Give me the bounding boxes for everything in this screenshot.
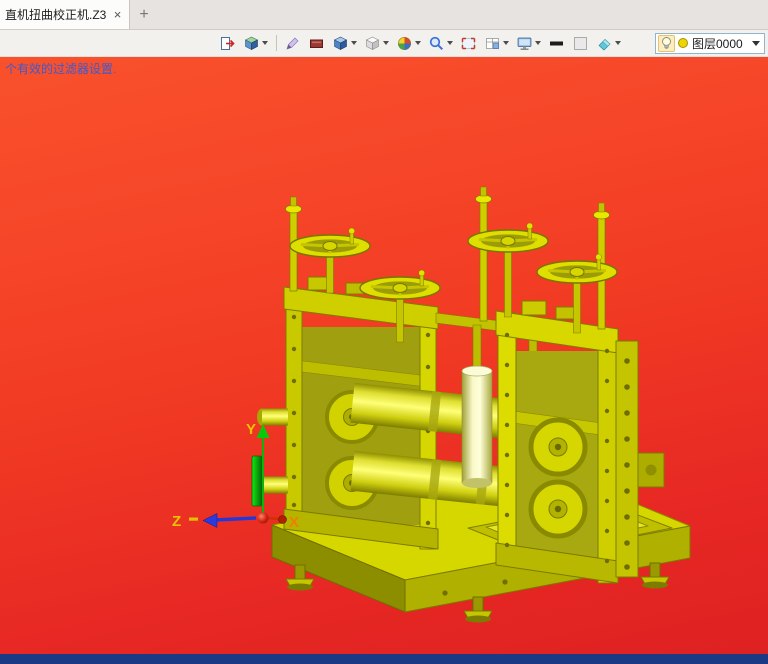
multi-cube-icon [244,36,259,50]
z-axis-line [214,516,257,522]
x-axis-line [267,516,279,521]
3d-viewport[interactable]: 个有效的过滤器设置. Y Z X [0,57,768,654]
door-arrow-button[interactable] [218,33,237,54]
app-window: 直机扭曲校正机.Z3 × + 图层0000 个有效的过滤器设置. Y Z X [0,0,768,664]
white-cube-icon [365,36,380,50]
view-toolbar: 图层0000 [0,30,768,57]
door-arrow-icon [221,36,235,50]
dropdown-caret[interactable] [383,41,389,45]
wireframe-cube-button[interactable] [363,33,390,54]
zoom-window-button[interactable] [459,33,478,54]
dropdown-caret[interactable] [535,41,541,45]
axis-triad[interactable]: Y Z X [172,421,299,531]
line-width-button[interactable] [547,33,566,54]
status-bar [0,654,768,664]
magnifier-icon [429,36,444,50]
red-panel-button[interactable] [307,33,326,54]
dropdown-caret[interactable] [503,41,509,45]
layer-color-swatch[interactable] [678,38,688,48]
y-axis-arrowhead [256,424,270,438]
toolbar-separator [276,35,277,51]
black-dash-icon [550,41,563,45]
pencil-icon [286,37,299,50]
z-axis-tick [189,517,198,521]
select-window-icon [461,37,476,49]
x-axis-arrowhead [278,515,287,524]
y-axis-label: Y [246,421,256,438]
dropdown-caret[interactable] [262,41,268,45]
grid-window-icon [486,37,499,49]
red-panel-icon [310,39,323,48]
zoom-button[interactable] [427,33,454,54]
view-cube-button[interactable] [242,33,269,54]
document-tab[interactable]: 直机扭曲校正机.Z3 × [0,0,130,29]
tab-bar: 直机扭曲校正机.Z3 × + [0,0,768,30]
blue-cube-icon [333,36,348,50]
new-tab-button[interactable]: + [130,0,158,29]
filter-hint-text: 个有效的过滤器设置. [5,62,117,76]
pencil-button[interactable] [283,33,302,54]
z-axis-label: Z [172,513,181,530]
shaded-cube-button[interactable] [331,33,358,54]
gray-square-icon [574,36,587,50]
dropdown-caret[interactable] [615,41,621,45]
color-wheel-button[interactable] [395,33,422,54]
dropdown-caret[interactable] [447,41,453,45]
dropdown-caret[interactable] [351,41,357,45]
color-wheel-icon [398,36,411,50]
monitor-icon [517,37,532,50]
x-axis-label: X [289,514,299,531]
display-monitor-button[interactable] [515,33,542,54]
origin-sphere [257,512,269,524]
combo-dropdown-caret[interactable] [752,40,760,46]
lightbulb-icon [662,36,671,49]
background-button[interactable] [571,33,590,54]
cyan-eraser-icon [598,38,611,50]
window-grid-button[interactable] [483,33,510,54]
layer-name: 图层0000 [692,36,743,51]
tab-title: 直机扭曲校正机.Z3 [5,8,107,22]
tab-close-icon[interactable]: × [110,7,125,22]
y-axis-handle [251,455,263,507]
layer-combobox[interactable]: 图层0000 [655,32,765,54]
eraser-button[interactable] [595,33,622,54]
z-axis-arrowhead [202,513,218,528]
layer-visibility-toggle[interactable] [658,34,675,52]
dropdown-caret[interactable] [415,41,421,45]
machine-model: Y Z X [172,186,691,623]
